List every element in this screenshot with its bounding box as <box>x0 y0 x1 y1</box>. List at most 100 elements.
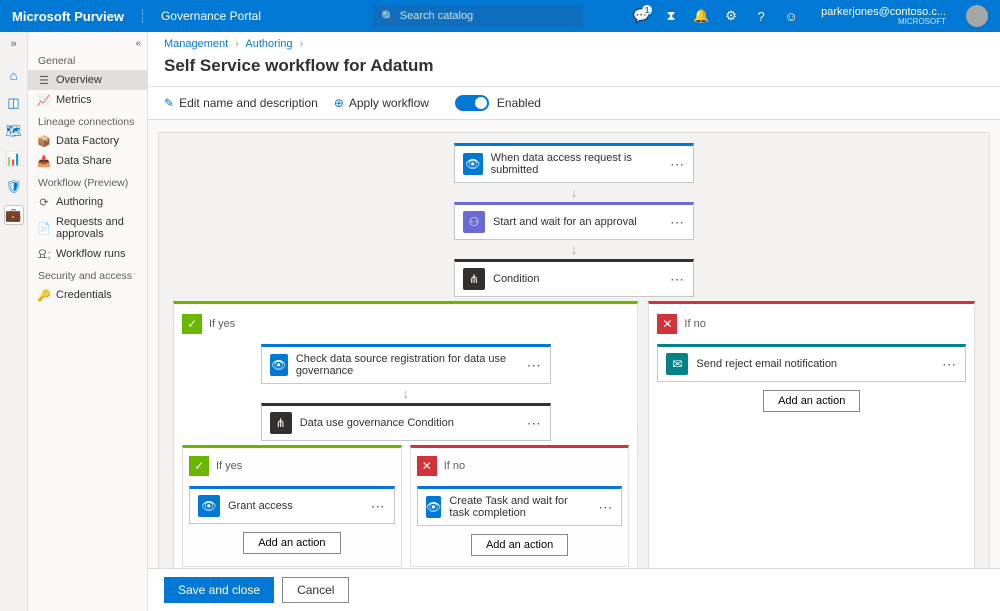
branch-no-header: ✕ If no <box>657 314 966 334</box>
more-icon[interactable]: ⋯ <box>670 271 685 288</box>
credentials-icon: 🔑 <box>38 289 50 301</box>
more-icon[interactable]: ⋯ <box>527 415 542 432</box>
enabled-toggle[interactable] <box>455 95 489 111</box>
check-icon: ✓ <box>189 456 209 476</box>
bell-icon[interactable]: 🔔 <box>693 8 709 24</box>
rail-management-icon[interactable]: 💼 <box>5 206 23 224</box>
nav-metrics-label: Metrics <box>56 94 91 106</box>
nav-overview[interactable]: ☰ Overview <box>28 70 147 90</box>
requests-icon: 📄 <box>38 222 50 234</box>
branch-icon: ⋔ <box>270 412 292 434</box>
nav-sec-security: Security and access <box>28 264 147 285</box>
nav-data-share-label: Data Share <box>56 155 112 167</box>
x-icon: ✕ <box>657 314 677 334</box>
more-icon[interactable]: ⋯ <box>371 498 386 515</box>
more-icon[interactable]: ⋯ <box>670 214 685 231</box>
notification-icon[interactable]: 💬1 <box>633 8 649 24</box>
nav-credentials[interactable]: 🔑 Credentials <box>28 285 147 305</box>
eye-icon: 👁 <box>198 495 220 517</box>
chevron-right-icon: › <box>300 38 304 50</box>
main: Management › Authoring › Self Service wo… <box>148 32 1000 611</box>
brand-name: Microsoft Purview <box>12 9 124 24</box>
settings-icon[interactable]: ⚙ <box>723 8 739 24</box>
edit-name-label: Edit name and description <box>179 96 318 110</box>
rail-home-icon[interactable]: ⌂ <box>5 66 23 84</box>
breadcrumb: Management › Authoring › <box>148 32 1000 56</box>
rail-policy-icon[interactable]: 🛡 <box>5 178 23 196</box>
nav-data-factory-label: Data Factory <box>56 135 119 147</box>
more-icon[interactable]: ⋯ <box>942 356 957 373</box>
help-icon[interactable]: ? <box>753 8 769 24</box>
user-email: parkerjones@contoso.c... <box>821 6 946 18</box>
nav-runs[interactable]: 요; Workflow runs <box>28 244 147 264</box>
rail-insights-icon[interactable]: 📊 <box>5 150 23 168</box>
arrow-down-icon: ↓ <box>571 242 578 257</box>
more-icon[interactable]: ⋯ <box>670 156 685 173</box>
arrow-down-icon: ↓ <box>571 185 578 200</box>
apply-workflow-button[interactable]: ⊕ Apply workflow <box>334 96 429 110</box>
left-rail: » ⌂ ◫ 🗺 📊 🛡 💼 <box>0 32 28 611</box>
enabled-toggle-group: Enabled <box>455 95 541 111</box>
nav-data-share[interactable]: 📥 Data Share <box>28 151 147 171</box>
nested-if-yes-label: If yes <box>216 460 242 472</box>
x-icon: ✕ <box>417 456 437 476</box>
more-icon[interactable]: ⋯ <box>527 357 542 374</box>
send-reject-card[interactable]: ✉ Send reject email notification ⋯ <box>657 344 966 382</box>
add-action-button[interactable]: Add an action <box>471 534 568 556</box>
nav-sec-lineage: Lineage connections <box>28 110 147 131</box>
authoring-icon: ⟳ <box>38 196 50 208</box>
nav-sec-general: General <box>28 49 147 70</box>
governance-condition-label: Data use governance Condition <box>300 417 454 429</box>
nav-authoring[interactable]: ⟳ Authoring <box>28 192 147 212</box>
create-task-label: Create Task and wait for task completion <box>449 495 590 519</box>
chevron-right-icon: › <box>235 38 239 50</box>
nested-no-header: ✕ If no <box>417 456 623 476</box>
portal-name: Governance Portal <box>142 9 261 23</box>
nav-authoring-label: Authoring <box>56 196 103 208</box>
trigger-card[interactable]: 👁 When data access request is submitted … <box>454 143 694 183</box>
nav-metrics[interactable]: 📈 Metrics <box>28 90 147 110</box>
diagnostic-icon[interactable]: ⧗ <box>663 8 679 24</box>
nav-runs-label: Workflow runs <box>56 248 125 260</box>
rail-expand-icon[interactable]: » <box>10 38 16 50</box>
branch-icon: ⋔ <box>463 268 485 290</box>
governance-condition-card[interactable]: ⋔ Data use governance Condition ⋯ <box>261 403 551 441</box>
edit-name-button[interactable]: ✎ Edit name and description <box>164 96 318 110</box>
more-icon[interactable]: ⋯ <box>598 499 613 516</box>
condition-card[interactable]: ⋔ Condition ⋯ <box>454 259 694 297</box>
approval-label: Start and wait for an approval <box>493 216 637 228</box>
user-label[interactable]: parkerjones@contoso.c... MICROSOFT <box>821 6 946 27</box>
enabled-label: Enabled <box>497 96 541 110</box>
factory-icon: 📦 <box>38 135 50 147</box>
nav-requests[interactable]: 📄 Requests and approvals <box>28 212 147 244</box>
search-input[interactable]: 🔍 Search catalog <box>373 5 583 27</box>
crumb-management[interactable]: Management <box>164 38 228 50</box>
action-bar: ✎ Edit name and description ⊕ Apply work… <box>148 86 1000 120</box>
add-action-button[interactable]: Add an action <box>763 390 860 412</box>
check-registration-card[interactable]: 👁 Check data source registration for dat… <box>261 344 551 384</box>
rail-map-icon[interactable]: 🗺 <box>5 122 23 140</box>
nav-collapse-icon[interactable]: « <box>28 38 147 49</box>
crumb-authoring[interactable]: Authoring <box>245 38 292 50</box>
cancel-button[interactable]: Cancel <box>282 577 349 603</box>
rail-sources-icon[interactable]: ◫ <box>5 94 23 112</box>
avatar[interactable] <box>966 5 988 27</box>
add-action-button[interactable]: Add an action <box>243 532 340 554</box>
nav-panel: « General ☰ Overview 📈 Metrics Lineage c… <box>28 32 148 611</box>
nested-branch-no: ✕ If no 👁 Create Task and wait for task … <box>410 445 630 567</box>
approval-card[interactable]: ⚇ Start and wait for an approval ⋯ <box>454 202 694 240</box>
workflow-canvas: 👁 When data access request is submitted … <box>158 132 990 568</box>
nav-data-factory[interactable]: 📦 Data Factory <box>28 131 147 151</box>
eye-icon: 👁 <box>270 354 288 376</box>
grant-access-card[interactable]: 👁 Grant access ⋯ <box>189 486 395 524</box>
feedback-icon[interactable]: ☺ <box>783 8 799 24</box>
nested-if-no-label: If no <box>444 460 465 472</box>
send-reject-label: Send reject email notification <box>696 358 837 370</box>
overview-icon: ☰ <box>38 74 50 86</box>
save-button[interactable]: Save and close <box>164 577 274 603</box>
share-icon: 📥 <box>38 155 50 167</box>
nav-credentials-label: Credentials <box>56 289 112 301</box>
condition-label: Condition <box>493 273 539 285</box>
runs-icon: 요; <box>38 248 50 260</box>
create-task-card[interactable]: 👁 Create Task and wait for task completi… <box>417 486 623 526</box>
